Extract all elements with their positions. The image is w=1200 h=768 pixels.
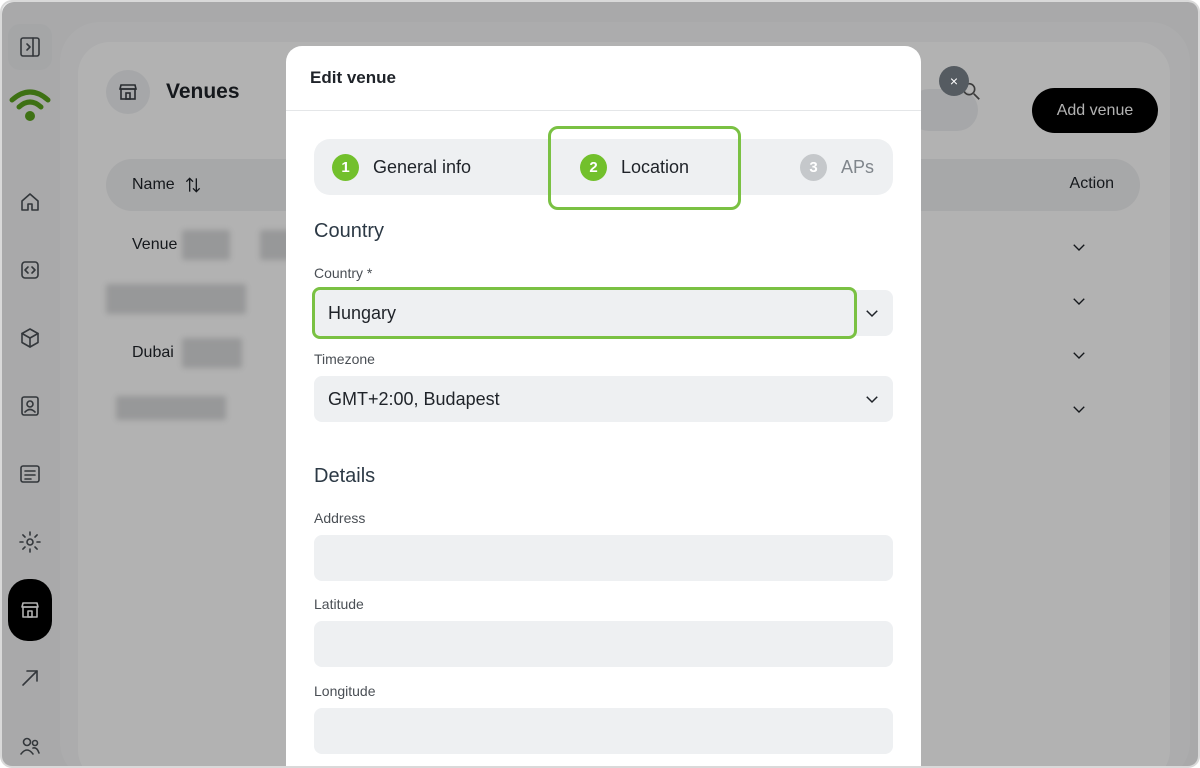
country-value: Hungary bbox=[328, 302, 397, 323]
step-label: APs bbox=[841, 156, 875, 177]
country-label: Country * bbox=[314, 265, 373, 281]
section-title-details: Details bbox=[314, 465, 376, 487]
modal-title: Edit venue bbox=[310, 68, 396, 87]
step-location[interactable]: 2 Location bbox=[580, 139, 689, 195]
step-number: 1 bbox=[332, 153, 359, 181]
edit-venue-modal: Edit venue 1 General info 2 Location 3 A… bbox=[286, 46, 921, 766]
latitude-label: Latitude bbox=[314, 596, 364, 612]
address-input[interactable] bbox=[314, 535, 893, 581]
close-icon[interactable]: × bbox=[939, 66, 969, 96]
country-select[interactable]: Hungary bbox=[314, 290, 893, 336]
step-label: Location bbox=[621, 156, 690, 177]
longitude-label: Longitude bbox=[314, 683, 376, 699]
app-frame: Venues Add venue Name Action Venue Dubai… bbox=[0, 0, 1200, 768]
chevron-down-icon bbox=[863, 390, 881, 408]
step-number: 3 bbox=[800, 153, 827, 181]
chevron-down-icon bbox=[863, 304, 881, 322]
step-general-info[interactable]: 1 General info bbox=[332, 139, 471, 195]
step-aps[interactable]: 3 APs bbox=[800, 139, 874, 195]
modal-header: Edit venue bbox=[286, 46, 921, 111]
section-title-country: Country bbox=[314, 220, 385, 242]
longitude-input[interactable] bbox=[314, 708, 893, 754]
timezone-value: GMT+2:00, Budapest bbox=[328, 388, 500, 409]
step-label: General info bbox=[373, 156, 472, 177]
step-number: 2 bbox=[580, 153, 607, 181]
address-label: Address bbox=[314, 510, 366, 526]
latitude-input[interactable] bbox=[314, 621, 893, 667]
stepper: 1 General info 2 Location 3 APs bbox=[314, 139, 893, 195]
timezone-label: Timezone bbox=[314, 351, 375, 367]
timezone-select[interactable]: GMT+2:00, Budapest bbox=[314, 376, 893, 422]
